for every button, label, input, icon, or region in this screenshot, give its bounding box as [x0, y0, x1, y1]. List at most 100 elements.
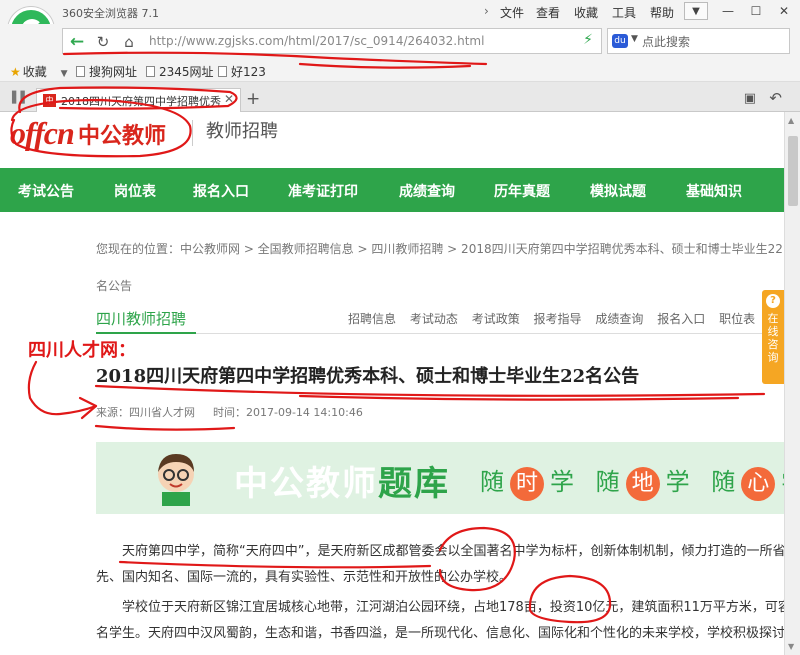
article-paragraph: 先、国内知名、国际一流的，具有实验性、示范性和开放性的公办学校。	[96, 570, 513, 585]
menu-favorites[interactable]: 收藏	[574, 4, 598, 21]
nav-item-basics[interactable]: 基础知识	[686, 181, 742, 201]
banner-brand: 中公教师题库	[234, 456, 450, 505]
article-meta: 来源：四川省人才网 时间：2017-09-14 14:10:46	[96, 404, 363, 420]
nav-item-past-exams[interactable]: 历年真题	[494, 181, 550, 201]
search-input[interactable]: 点此搜索	[642, 33, 690, 50]
slogan-char: 心	[741, 467, 776, 501]
tab-list-icon[interactable]: ▌▌	[12, 91, 29, 104]
teacher-avatar-icon	[158, 454, 194, 506]
scroll-thumb[interactable]	[788, 136, 798, 206]
chevron-down-icon: ▼	[60, 69, 68, 79]
favorite-item-2345[interactable]: 2345网址	[146, 63, 214, 80]
tab-active[interactable]: 中 2018四川天府第四中学招聘优秀 ✕	[36, 88, 241, 112]
chevron-down-icon[interactable]: ▼	[631, 34, 638, 44]
section-link-guide[interactable]: 报考指导	[534, 312, 582, 326]
address-bar: ← ↻ ⌂ http://www.zgjsks.com/html/2017/sc…	[0, 24, 800, 58]
article-paragraph: 名学生。天府四中汉风蜀韵，生态和谐，书香四溢，是一所现代化、信息化、国际化和个性…	[96, 626, 784, 641]
section-link-scores[interactable]: 成绩查询	[595, 312, 643, 326]
scroll-down-icon[interactable]: ▼	[788, 642, 794, 651]
pin-icon[interactable]: ▼	[684, 2, 708, 20]
favorite-label: 2345网址	[159, 65, 214, 79]
speed-bolt-icon[interactable]: ⚡	[583, 32, 593, 48]
favorites-menu[interactable]: ★ 收藏 ▼	[10, 63, 68, 80]
breadcrumb-continued[interactable]: 名公告	[96, 277, 132, 294]
nav-item-register[interactable]: 报名入口	[193, 181, 249, 201]
slogan-char: 随	[595, 468, 620, 496]
banner-brand-part1: 中公教师	[234, 464, 378, 504]
page-icon	[218, 66, 227, 77]
section-link-news[interactable]: 考试动态	[410, 312, 458, 326]
article-title: 2018四川天府第四中学招聘优秀本科、硕士和博士毕业生22名公告	[96, 366, 640, 387]
new-tab-icon[interactable]: +	[246, 89, 260, 109]
brand-name[interactable]: 中公教师	[78, 118, 166, 150]
section-link-info[interactable]: 招聘信息	[348, 312, 396, 326]
nav-item-scores[interactable]: 成绩查询	[399, 181, 455, 201]
menu-view[interactable]: 查看	[536, 4, 560, 21]
page-icon	[146, 66, 155, 77]
minimize-icon[interactable]: —	[716, 2, 740, 20]
section-divider	[96, 333, 784, 334]
offcn-logo[interactable]: offcn	[10, 115, 75, 152]
page-viewport: offcn 中公教师 教师招聘 考试公告 岗位表 报名入口 准考证打印 成绩查询…	[0, 112, 784, 655]
favorite-item-sogou[interactable]: 搜狗网址	[76, 63, 137, 80]
close-window-icon[interactable]: ✕	[772, 2, 796, 20]
section-title[interactable]: 四川教师招聘	[96, 308, 186, 329]
favicon-icon: 中	[43, 94, 56, 107]
banner-slogan: 随时学 随地学 随心学	[480, 462, 784, 501]
vertical-scrollbar[interactable]: ▲ ▼	[784, 112, 800, 655]
favorites-bar: ★ 收藏 ▼ 搜狗网址 2345网址 好123	[0, 58, 800, 82]
question-bank-banner[interactable]: 中公教师题库 随时学 随地学 随心学	[96, 442, 784, 514]
section-link-policy[interactable]: 考试政策	[472, 312, 520, 326]
slogan-char: 学	[550, 468, 574, 496]
slogan-char: 学	[665, 468, 690, 496]
favorite-label: 好123	[231, 65, 266, 79]
tab-bar: ▌▌ 中 2018四川天府第四中学招聘优秀 ✕ + ▣ ↶	[0, 82, 800, 112]
close-icon[interactable]: ✕	[224, 92, 234, 106]
breadcrumb[interactable]: 您现在的位置：中公教师网 > 全国教师招聘信息 > 四川教师招聘 > 2018四…	[96, 240, 784, 257]
refresh-icon[interactable]: ↻	[93, 33, 113, 51]
section-link-positions[interactable]: 职位表	[719, 312, 755, 326]
slogan-char: 地	[625, 467, 660, 501]
nav-item-admission-ticket[interactable]: 准考证打印	[288, 181, 358, 201]
menu-tools[interactable]: 工具	[612, 4, 636, 21]
section-underline	[96, 332, 196, 334]
nav-item-positions[interactable]: 岗位表	[114, 181, 156, 201]
main-nav: 考试公告 岗位表 报名入口 准考证打印 成绩查询 历年真题 模拟试题 基础知识	[0, 168, 784, 212]
scroll-up-icon[interactable]: ▲	[788, 116, 794, 125]
more-chevron-icon[interactable]: ›	[484, 4, 489, 18]
slogan-char: 时	[510, 467, 544, 501]
banner-brand-part2: 题库	[378, 464, 450, 504]
favorite-item-hao123[interactable]: 好123	[218, 63, 266, 80]
maximize-icon[interactable]: ☐	[744, 2, 768, 20]
article-source[interactable]: 来源：四川省人才网	[96, 406, 195, 419]
restore-tabs-icon[interactable]: ▣	[744, 91, 756, 106]
question-icon: ?	[766, 294, 780, 308]
site-header: offcn 中公教师 教师招聘	[0, 112, 784, 164]
favorite-label: 搜狗网址	[89, 65, 138, 79]
url-input[interactable]: http://www.zgjsks.com/html/2017/sc_0914/…	[149, 34, 484, 48]
online-consult-label: 在线咨询	[767, 312, 779, 364]
star-icon: ★	[10, 65, 21, 79]
menu-help[interactable]: 帮助	[650, 4, 674, 21]
back-arrow-icon[interactable]: ←	[67, 33, 87, 51]
article-paragraph: 天府第四中学，简称“天府四中”，是天府新区成都管委会以全国著名中学为标杆，创新体…	[122, 544, 784, 559]
tab-title: 2018四川天府第四中学招聘优秀	[61, 95, 221, 108]
url-box[interactable]: ← ↻ ⌂ http://www.zgjsks.com/html/2017/sc…	[62, 28, 602, 54]
search-engine-icon[interactable]: du	[612, 34, 628, 48]
slogan-char: 随	[711, 468, 736, 496]
nav-item-mock-exams[interactable]: 模拟试题	[590, 181, 646, 201]
undo-close-icon[interactable]: ↶	[769, 89, 782, 107]
slogan-char: 随	[480, 468, 504, 496]
home-icon[interactable]: ⌂	[119, 33, 139, 51]
search-box[interactable]: du ▼ 点此搜索	[607, 28, 790, 54]
app-title: 360安全浏览器 7.1	[62, 7, 159, 20]
title-bar: 360安全浏览器 7.1 文件 查看 收藏 工具 帮助 › ▼ — ☐ ✕	[0, 0, 800, 24]
nav-item-announcements[interactable]: 考试公告	[18, 181, 74, 201]
section-link-register[interactable]: 报名入口	[657, 312, 705, 326]
brand-divider	[192, 120, 193, 146]
brand-subtitle[interactable]: 教师招聘	[206, 117, 278, 143]
menu-file[interactable]: 文件	[500, 4, 524, 21]
favorites-label: 收藏	[22, 65, 47, 79]
article-paragraph: 学校位于天府新区锦江宜居城核心地带，江河湖泊公园环绕，占地178亩，投资10亿元…	[122, 600, 784, 615]
section-links: 招聘信息 考试动态 考试政策 报考指导 成绩查询 报名入口 职位表	[348, 310, 765, 327]
